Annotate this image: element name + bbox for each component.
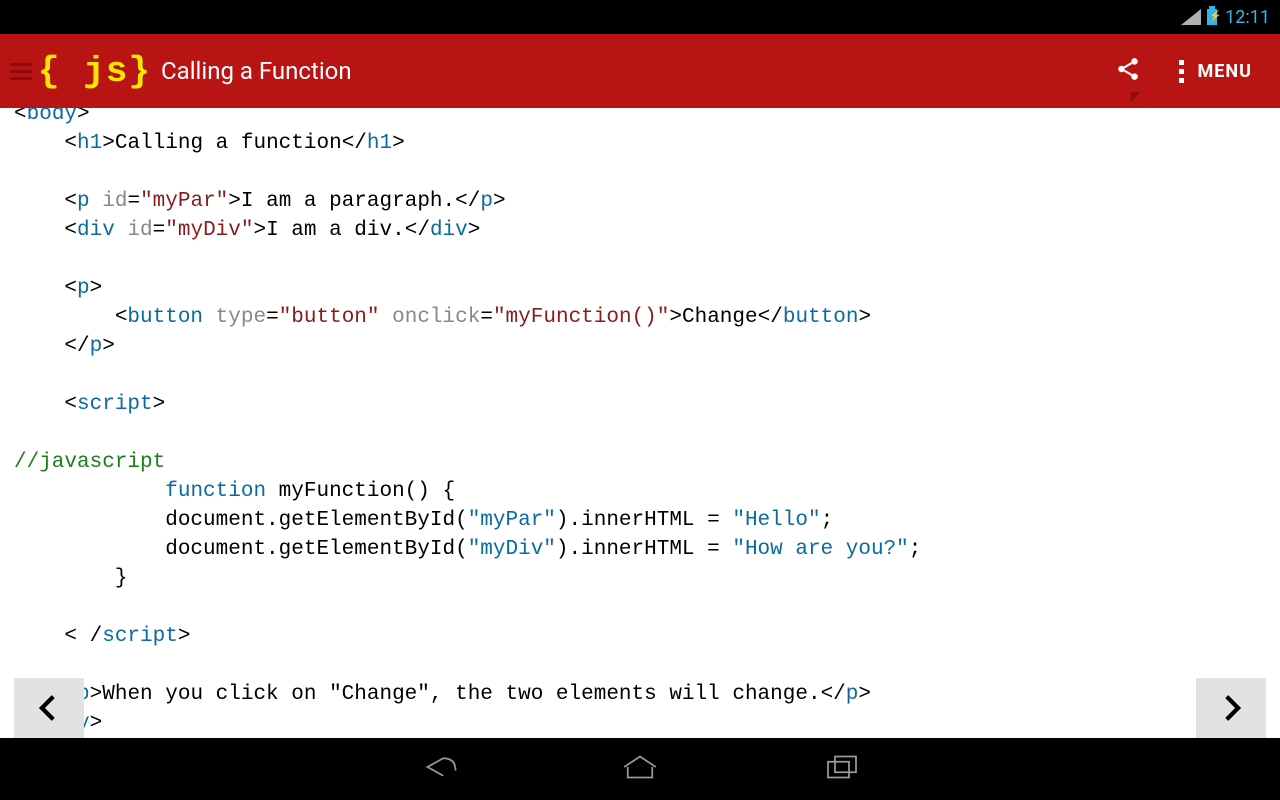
share-icon xyxy=(1115,56,1141,86)
app-logo: { js} xyxy=(38,51,151,92)
status-time: 12:11 xyxy=(1225,7,1270,28)
battery-icon: ⚡ xyxy=(1207,9,1217,25)
home-button[interactable] xyxy=(619,751,661,787)
menu-label: MENU xyxy=(1198,61,1252,82)
spinner-indicator-icon xyxy=(1131,92,1141,102)
back-button[interactable] xyxy=(417,751,459,787)
android-nav-bar xyxy=(0,738,1280,800)
page-title: Calling a Function xyxy=(161,57,352,85)
android-status-bar: ⚡ 12:11 xyxy=(0,0,1280,34)
hamburger-icon[interactable] xyxy=(10,63,32,80)
recent-apps-button[interactable] xyxy=(821,751,863,787)
next-button[interactable] xyxy=(1196,678,1266,738)
chevron-left-icon xyxy=(32,691,66,725)
content-area[interactable]: <body> <h1>Calling a function</h1> <p id… xyxy=(0,108,1280,738)
share-button[interactable] xyxy=(1115,56,1151,86)
chevron-right-icon xyxy=(1214,691,1248,725)
home-icon xyxy=(619,751,661,783)
kebab-icon xyxy=(1179,60,1184,83)
recent-apps-icon xyxy=(821,751,863,783)
code-example: <body> <h1>Calling a function</h1> <p id… xyxy=(14,108,1266,738)
prev-button[interactable] xyxy=(14,678,84,738)
menu-button[interactable]: MENU xyxy=(1179,60,1252,83)
status-icons: ⚡ xyxy=(1181,9,1217,25)
back-icon xyxy=(417,751,459,783)
signal-icon xyxy=(1181,9,1201,25)
app-bar: { js} Calling a Function MENU xyxy=(0,34,1280,108)
